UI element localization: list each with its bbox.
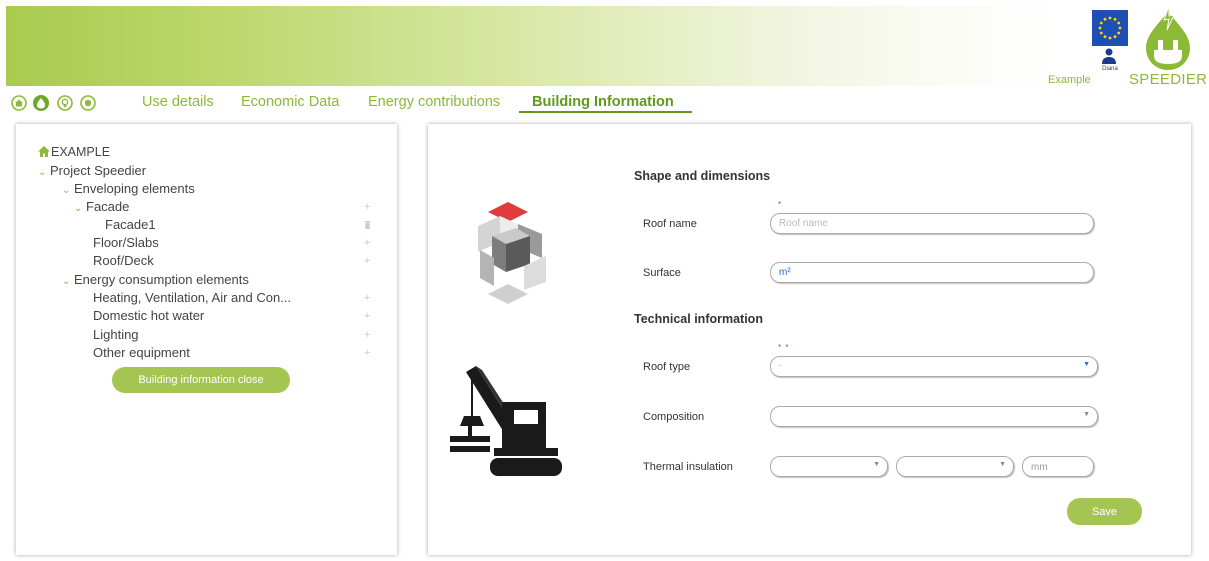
add-hvac-button[interactable]: +: [364, 292, 370, 304]
add-facade-button[interactable]: +: [364, 201, 370, 213]
crane-illustration: [450, 366, 562, 476]
chevron-down-icon[interactable]: ⌄: [38, 167, 50, 178]
add-lighting-button[interactable]: +: [364, 329, 370, 341]
tree-item-label: Lighting: [93, 327, 139, 342]
tree-item-roof-deck[interactable]: Roof/Deck: [93, 253, 154, 268]
thermal-insulation-select-1[interactable]: ▼: [770, 456, 888, 477]
chevron-down-icon[interactable]: ⌄: [74, 203, 86, 214]
thermal-insulation-select-2[interactable]: ▼: [896, 456, 1014, 477]
chevron-down-icon: ▼: [1083, 361, 1090, 368]
tree-item-facade[interactable]: ⌄ Facade: [74, 199, 129, 214]
tree-item-label: Floor/Slabs: [93, 235, 159, 250]
tree-item-label: Domestic hot water: [93, 308, 205, 323]
user-name: Diana: [1102, 66, 1118, 72]
tree-item-facade1[interactable]: Facade1: [105, 217, 156, 232]
required-marker: * *: [778, 343, 790, 352]
add-roof-deck-button[interactable]: +: [364, 255, 370, 267]
header-banner: [6, 6, 1209, 86]
building-information-close-button[interactable]: Building information close: [112, 367, 290, 393]
tree-item-label: Heating, Ventilation, Air and Con...: [93, 290, 292, 305]
building-icon[interactable]: [33, 95, 49, 111]
thermal-insulation-thickness-input[interactable]: mm: [1022, 456, 1094, 477]
chevron-down-icon: ▼: [1083, 411, 1090, 418]
add-floor-slab-button[interactable]: +: [364, 237, 370, 249]
roof-cube-illustration: [478, 202, 546, 304]
speedier-logo-icon: [1146, 6, 1190, 70]
roof-type-label: Roof type: [643, 361, 691, 373]
composition-select[interactable]: ▼: [770, 406, 1098, 427]
tab-use-details[interactable]: Use details: [142, 94, 214, 110]
shape-dimensions-title: Shape and dimensions: [634, 169, 771, 183]
roof-name-input[interactable]: [770, 213, 1094, 234]
thermal-insulation-label: Thermal insulation: [643, 461, 733, 473]
brand-name: SPEEDIER: [1129, 71, 1208, 88]
active-tab-underline: [519, 111, 692, 113]
tree-item-label: Enveloping elements: [74, 181, 195, 196]
tab-economic-data[interactable]: Economic Data: [241, 94, 339, 110]
required-marker: *: [778, 200, 783, 209]
tree-root-label: EXAMPLE: [51, 145, 111, 159]
surface-label: Surface: [643, 267, 681, 279]
roof-type-select[interactable]: - ▼: [770, 356, 1098, 377]
eu-flag-icon: [1092, 10, 1128, 46]
chevron-down-icon: ▼: [999, 461, 1006, 468]
user-icon[interactable]: [1102, 48, 1116, 64]
energy-icon[interactable]: [80, 95, 96, 111]
trash-icon[interactable]: [364, 220, 371, 229]
chevron-down-icon[interactable]: ⌄: [62, 276, 74, 287]
chevron-down-icon[interactable]: ⌄: [62, 185, 74, 196]
tab-energy-contributions[interactable]: Energy contributions: [368, 94, 500, 110]
thickness-unit: mm: [1031, 462, 1048, 473]
tree-item-label: Facade: [86, 199, 130, 214]
tree-item-lighting[interactable]: Lighting: [93, 327, 139, 342]
roof-name-label: Roof name: [643, 218, 697, 230]
tree-item-other-equipment[interactable]: Other equipment: [93, 345, 190, 360]
home-icon[interactable]: [11, 95, 27, 111]
composition-label: Composition: [643, 411, 705, 423]
add-other-equipment-button[interactable]: +: [364, 347, 370, 359]
save-button[interactable]: Save: [1067, 498, 1142, 525]
tree-item-enveloping-elements[interactable]: ⌄ Enveloping elements: [62, 181, 195, 196]
tree-item-label: Facade1: [105, 217, 156, 232]
building-tree-panel: EXAMPLE ⌄ Project Speedier ⌄ Enveloping el…: [16, 124, 397, 555]
surface-input[interactable]: m²: [770, 262, 1094, 283]
tree-item-floor-slabs[interactable]: Floor/Slabs: [93, 235, 159, 250]
project-label: Example: [1048, 74, 1091, 86]
tree-item-hvac[interactable]: Heating, Ventilation, Air and Con...: [93, 290, 291, 305]
lightbulb-icon[interactable]: [57, 95, 73, 111]
roof-type-value: -: [779, 360, 782, 370]
tab-building-information[interactable]: Building Information: [532, 94, 674, 110]
tree-item-label: Project Speedier: [50, 163, 147, 178]
tree-item-energy-consumption[interactable]: ⌄ Energy consumption elements: [62, 272, 249, 287]
roof-form-panel: Shape and dimensions * Roof name Surface…: [428, 124, 1191, 555]
home-icon: [38, 146, 50, 157]
surface-unit: m²: [779, 267, 791, 278]
add-dhw-button[interactable]: +: [364, 310, 370, 322]
chevron-down-icon: ▼: [873, 461, 880, 468]
tree-item-project[interactable]: ⌄ Project Speedier: [38, 163, 146, 178]
technical-information-title: Technical information: [634, 312, 763, 326]
tree-item-label: Energy consumption elements: [74, 272, 249, 287]
tree-item-label: Roof/Deck: [93, 253, 154, 268]
tree-item-label: Other equipment: [93, 345, 190, 360]
tree-item-domestic-hot-water[interactable]: Domestic hot water: [93, 308, 204, 323]
tree-root[interactable]: EXAMPLE: [38, 145, 110, 159]
